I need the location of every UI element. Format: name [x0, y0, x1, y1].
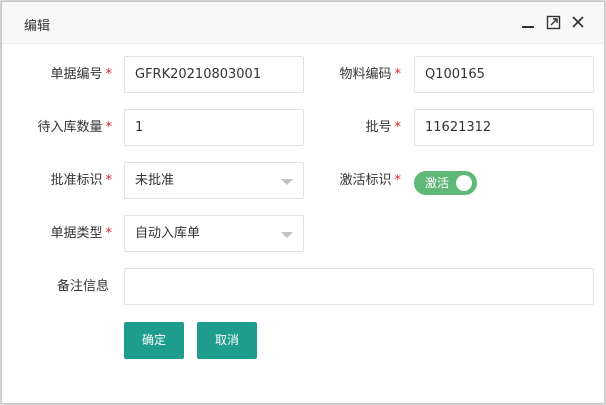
- close-icon[interactable]: [569, 13, 587, 31]
- remarks-label: 备注信息: [56, 279, 109, 294]
- pending-qty-input[interactable]: 1: [124, 109, 304, 146]
- required-mark: *: [105, 173, 113, 188]
- active-flag-label: 激活标识 *: [339, 173, 402, 188]
- doc-type-value: 自动入库单: [135, 226, 201, 241]
- cancel-button[interactable]: 取消: [197, 322, 257, 359]
- dialog-title: 编辑: [24, 19, 51, 34]
- approval-flag-label: 批准标识 *: [50, 173, 113, 188]
- pending-qty-label: 待入库数量 *: [37, 120, 113, 135]
- doc-no-input[interactable]: GFRK20210803001: [124, 56, 304, 93]
- required-mark: *: [394, 120, 402, 135]
- required-mark: *: [394, 173, 402, 188]
- active-flag-toggle[interactable]: 激活: [414, 171, 477, 195]
- minimize-icon[interactable]: [519, 13, 537, 31]
- required-mark: *: [105, 226, 113, 241]
- material-code-input[interactable]: Q100165: [414, 56, 594, 93]
- remarks-input[interactable]: [124, 268, 594, 305]
- toggle-knob: [456, 175, 472, 191]
- required-mark: *: [394, 67, 402, 82]
- required-mark: *: [105, 120, 113, 135]
- doc-type-label: 单据类型 *: [50, 226, 113, 241]
- confirm-button[interactable]: 确定: [124, 322, 184, 359]
- material-code-label: 物料编码 *: [339, 67, 402, 82]
- batch-no-label: 批号 *: [365, 120, 402, 135]
- doc-no-label: 单据编号 *: [50, 67, 113, 82]
- chevron-down-icon: [281, 232, 293, 238]
- doc-type-select[interactable]: 自动入库单: [124, 215, 304, 252]
- dialog-title-bar: 编辑: [2, 2, 604, 44]
- active-flag-toggle-text: 激活: [425, 176, 450, 190]
- required-mark: *: [105, 67, 113, 82]
- maximize-icon[interactable]: [544, 13, 562, 31]
- approval-flag-value: 未批准: [135, 173, 175, 188]
- edit-dialog: 编辑 单据编号 * GFRK20210803001 物料编码 * Q100165 待…: [1, 1, 605, 404]
- batch-no-input[interactable]: 11621312: [414, 109, 594, 146]
- approval-flag-select[interactable]: 未批准: [124, 162, 304, 199]
